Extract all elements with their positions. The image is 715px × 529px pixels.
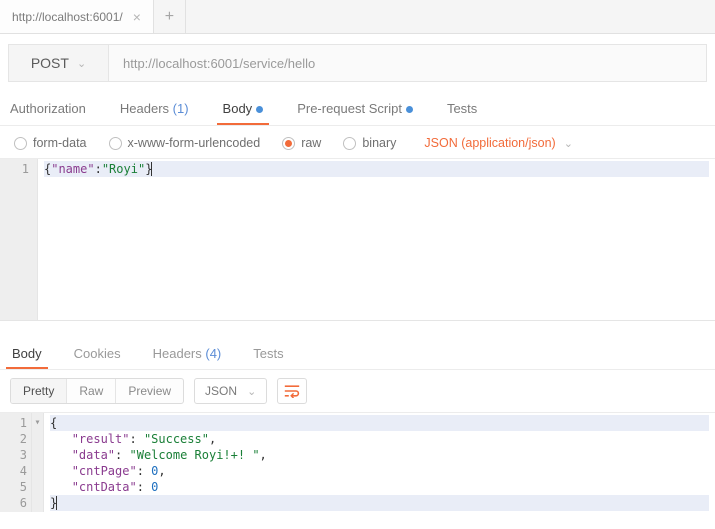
view-mode-group: Pretty Raw Preview <box>10 378 184 404</box>
window-tabbar: http://localhost:6001/ × + <box>0 0 715 34</box>
response-toolbar: Pretty Raw Preview JSON ⌄ <box>0 370 715 412</box>
code-line: "cntPage": 0, <box>50 463 709 479</box>
resp-tab-tests[interactable]: Tests <box>251 339 285 368</box>
tab-prerequest[interactable]: Pre-request Script <box>295 93 415 124</box>
code-area[interactable]: {"name":"Royi"} <box>38 159 715 320</box>
radio-icon <box>282 137 295 150</box>
chevron-down-icon: ⌄ <box>77 57 86 70</box>
dot-icon <box>256 106 263 113</box>
code-area[interactable]: { "result": "Success", "data": "Welcome … <box>44 413 715 512</box>
wrap-icon <box>284 384 300 398</box>
resp-tab-cookies[interactable]: Cookies <box>72 339 123 368</box>
code-line: {"name":"Royi"} <box>44 161 709 177</box>
fold-gutter[interactable]: ▾ <box>32 413 44 512</box>
new-tab-button[interactable]: + <box>154 0 186 33</box>
opt-form-data[interactable]: form-data <box>14 136 87 150</box>
response-body-editor[interactable]: 123456 ▾ { "result": "Success", "data": … <box>0 412 715 512</box>
url-input[interactable]: http://localhost:6001/service/hello <box>109 45 706 81</box>
chevron-down-icon: ⌄ <box>564 137 573 150</box>
resp-tab-headers[interactable]: Headers (4) <box>151 339 224 368</box>
request-tabs: Authorization Headers (1) Body Pre-reque… <box>0 92 715 126</box>
content-type-select[interactable]: JSON (application/json) ⌄ <box>424 136 573 150</box>
opt-binary[interactable]: binary <box>343 136 396 150</box>
radio-icon <box>14 137 27 150</box>
line-gutter: 1 <box>0 159 38 320</box>
request-body-editor[interactable]: 1 {"name":"Royi"} <box>0 158 715 320</box>
view-pretty[interactable]: Pretty <box>11 379 67 403</box>
code-line: "result": "Success", <box>50 431 709 447</box>
code-line: "cntData": 0 <box>50 479 709 495</box>
headers-count: (1) <box>173 101 189 116</box>
request-row: POST ⌄ http://localhost:6001/service/hel… <box>0 34 715 92</box>
code-line: "data": "Welcome Royi!+! ", <box>50 447 709 463</box>
view-preview[interactable]: Preview <box>116 379 183 403</box>
tab-body[interactable]: Body <box>221 93 266 124</box>
chevron-down-icon: ⌄ <box>247 385 256 398</box>
code-line: } <box>50 495 709 511</box>
body-type-row: form-data x-www-form-urlencoded raw bina… <box>0 126 715 158</box>
tab-authorization[interactable]: Authorization <box>8 93 88 124</box>
opt-xwww[interactable]: x-www-form-urlencoded <box>109 136 261 150</box>
headers-count: (4) <box>205 346 221 361</box>
opt-raw[interactable]: raw <box>282 136 321 150</box>
tab-tests[interactable]: Tests <box>445 93 479 124</box>
method-label: POST <box>31 55 69 71</box>
wrap-lines-button[interactable] <box>277 378 307 404</box>
code-line: { <box>50 415 709 431</box>
panel-splitter[interactable] <box>0 320 715 338</box>
resp-tab-body[interactable]: Body <box>10 339 44 368</box>
dot-icon <box>406 106 413 113</box>
response-tabs: Body Cookies Headers (4) Tests <box>0 338 715 370</box>
radio-icon <box>343 137 356 150</box>
close-icon[interactable]: × <box>133 10 141 24</box>
url-value: http://localhost:6001/service/hello <box>123 56 315 71</box>
lang-select[interactable]: JSON ⌄ <box>194 378 267 404</box>
view-raw[interactable]: Raw <box>67 379 116 403</box>
line-gutter: 123456 <box>0 413 32 512</box>
tab-request[interactable]: http://localhost:6001/ × <box>0 0 154 33</box>
tab-title: http://localhost:6001/ <box>12 10 123 24</box>
method-select[interactable]: POST ⌄ <box>9 45 109 81</box>
radio-icon <box>109 137 122 150</box>
tab-headers[interactable]: Headers (1) <box>118 93 191 124</box>
